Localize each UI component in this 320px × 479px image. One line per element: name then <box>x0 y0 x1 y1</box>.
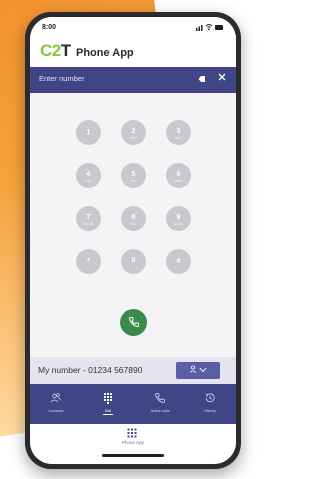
tab-active-calls[interactable]: Active calls <box>140 384 180 424</box>
active-tab-indicator <box>103 414 113 415</box>
tab-dial[interactable]: Dial <box>88 384 128 424</box>
bottom-tab-bar: Contacts Dial Active calls History <box>30 384 236 424</box>
phone-device: 8:00 C2T Phone App Enter number 1 2 ABC … <box>25 12 241 469</box>
caller-id-dropdown[interactable] <box>176 362 220 379</box>
key-2[interactable]: 2 ABC <box>121 120 146 145</box>
key-5[interactable]: 5 JKL <box>121 163 146 188</box>
status-time: 8:00 <box>42 24 57 31</box>
phone-icon <box>128 315 140 332</box>
tab-history[interactable]: History <box>190 384 230 424</box>
app-title: Phone App <box>76 47 134 59</box>
chevron-down-icon <box>199 366 207 375</box>
history-icon <box>190 392 230 407</box>
app-header: C2T Phone App <box>30 39 236 67</box>
close-icon[interactable] <box>218 73 226 84</box>
tab-history-label: History <box>204 409 216 413</box>
key-hash[interactable]: # <box>166 249 191 274</box>
tab-dial-label: Dial <box>104 409 112 413</box>
key-6[interactable]: 6 MNO <box>166 163 191 188</box>
my-number-bar: My number - 01234 567890 <box>30 357 236 384</box>
backspace-icon[interactable] <box>198 75 206 85</box>
key-3[interactable]: 3 DEF <box>166 120 191 145</box>
key-0[interactable]: 0 + <box>121 249 146 274</box>
key-9[interactable]: 9 WXYZ <box>166 206 191 231</box>
phone-screen: 8:00 C2T Phone App Enter number 1 2 ABC … <box>30 17 236 464</box>
home-indicator[interactable] <box>102 454 164 457</box>
tab-contacts[interactable]: Contacts <box>36 384 76 424</box>
c2t-logo: C2T <box>40 41 71 60</box>
key-8[interactable]: 8 TUV <box>121 206 146 231</box>
phone-app-label: Phone App <box>121 440 145 445</box>
tab-contacts-label: Contacts <box>48 409 64 413</box>
grid-icon[interactable] <box>127 428 137 440</box>
contacts-icon <box>36 392 76 407</box>
tab-active-calls-label: Active calls <box>150 409 170 413</box>
key-4[interactable]: 4 GHI <box>76 163 101 188</box>
key-7[interactable]: 7 PQRS <box>76 206 101 231</box>
my-number-label: My number - 01234 567890 <box>38 365 143 375</box>
number-entry-bar: Enter number <box>30 67 236 93</box>
status-indicators-icon <box>196 23 224 33</box>
key-star[interactable]: * <box>76 249 101 274</box>
person-icon <box>189 365 199 375</box>
status-bar: 8:00 <box>30 17 236 39</box>
phone-icon <box>140 392 180 407</box>
key-1[interactable]: 1 <box>76 120 101 145</box>
teams-app-bar: Phone App <box>30 424 236 464</box>
call-button[interactable] <box>120 309 147 336</box>
dialpad-icon <box>88 392 128 407</box>
number-input[interactable]: Enter number <box>39 74 84 83</box>
